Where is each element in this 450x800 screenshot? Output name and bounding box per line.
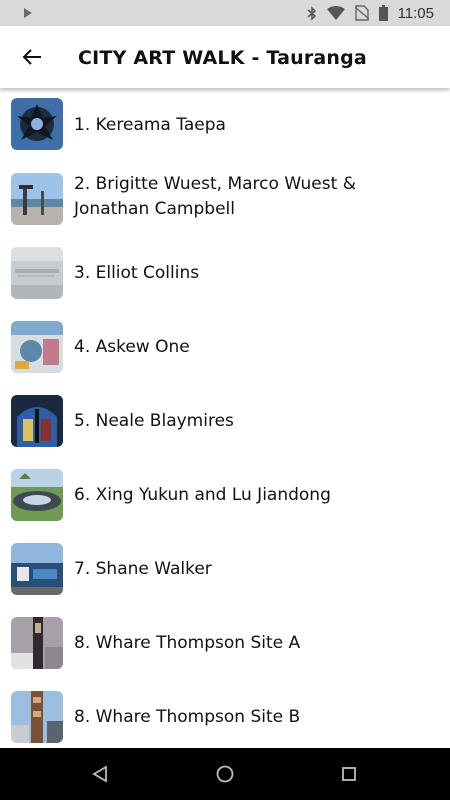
artwork-thumbnail xyxy=(11,469,63,521)
back-triangle-icon xyxy=(92,765,107,783)
list-item-label: 5. Neale Blaymires xyxy=(74,410,234,431)
recents-square-icon xyxy=(342,767,356,781)
artwork-thumbnail xyxy=(11,691,63,743)
status-bar: 11:05 xyxy=(0,0,450,26)
list-item-label: 4. Askew One xyxy=(74,336,190,357)
artwork-thumbnail xyxy=(11,173,63,225)
list-item-label: 6. Xing Yukun and Lu Jiandong xyxy=(74,484,331,505)
list-item-label: 3. Elliot Collins xyxy=(74,262,200,283)
list-item-label: 8. Whare Thompson Site B xyxy=(74,706,301,727)
arrow-back-icon xyxy=(22,49,41,65)
list-item-label: 7. Shane Walker xyxy=(74,558,212,579)
list-item[interactable]: 7. Shane Walker xyxy=(0,532,450,606)
artwork-thumbnail xyxy=(11,98,63,150)
status-time: 11:05 xyxy=(397,4,434,22)
artwork-thumbnail xyxy=(11,247,63,299)
wifi-icon xyxy=(326,6,345,20)
home-circle-icon xyxy=(216,765,234,783)
bluetooth-icon xyxy=(307,5,316,21)
list-item[interactable]: 4. Askew One xyxy=(0,310,450,384)
list-item-label: 2. Brigitte Wuest, Marco Wuest & Jonatha… xyxy=(74,174,356,219)
list-item[interactable]: 8. Whare Thompson Site B xyxy=(0,680,450,748)
app-bar: CITY ART WALK - Tauranga xyxy=(0,26,450,88)
no-sim-icon xyxy=(354,5,369,21)
artwork-list[interactable]: 1. Kereama Taepa 2. Brigitte Wuest, Marc… xyxy=(0,88,450,748)
list-item-label: 8. Whare Thompson Site A xyxy=(74,632,301,653)
list-item[interactable]: 2. Brigitte Wuest, Marco Wuest & Jonatha… xyxy=(0,162,450,236)
list-item-label: 1. Kereama Taepa xyxy=(74,114,226,135)
list-item[interactable]: 8. Whare Thompson Site A xyxy=(0,606,450,680)
nav-back-button[interactable] xyxy=(84,758,116,790)
list-item[interactable]: 5. Neale Blaymires xyxy=(0,384,450,458)
artwork-thumbnail xyxy=(11,321,63,373)
status-icons: 11:05 xyxy=(307,0,450,26)
back-button[interactable] xyxy=(14,39,50,75)
navigation-bar xyxy=(0,748,450,800)
nav-home-button[interactable] xyxy=(209,758,241,790)
list-item[interactable]: 3. Elliot Collins xyxy=(0,236,450,310)
nav-recents-button[interactable] xyxy=(333,758,365,790)
artwork-thumbnail xyxy=(11,617,63,669)
list-item[interactable]: 6. Xing Yukun and Lu Jiandong xyxy=(0,458,450,532)
play-icon xyxy=(24,8,32,18)
battery-icon xyxy=(378,5,388,21)
artwork-thumbnail xyxy=(11,395,63,447)
page-title: CITY ART WALK - Tauranga xyxy=(78,47,367,69)
artwork-thumbnail xyxy=(11,543,63,595)
list-item[interactable]: 1. Kereama Taepa xyxy=(0,88,450,162)
